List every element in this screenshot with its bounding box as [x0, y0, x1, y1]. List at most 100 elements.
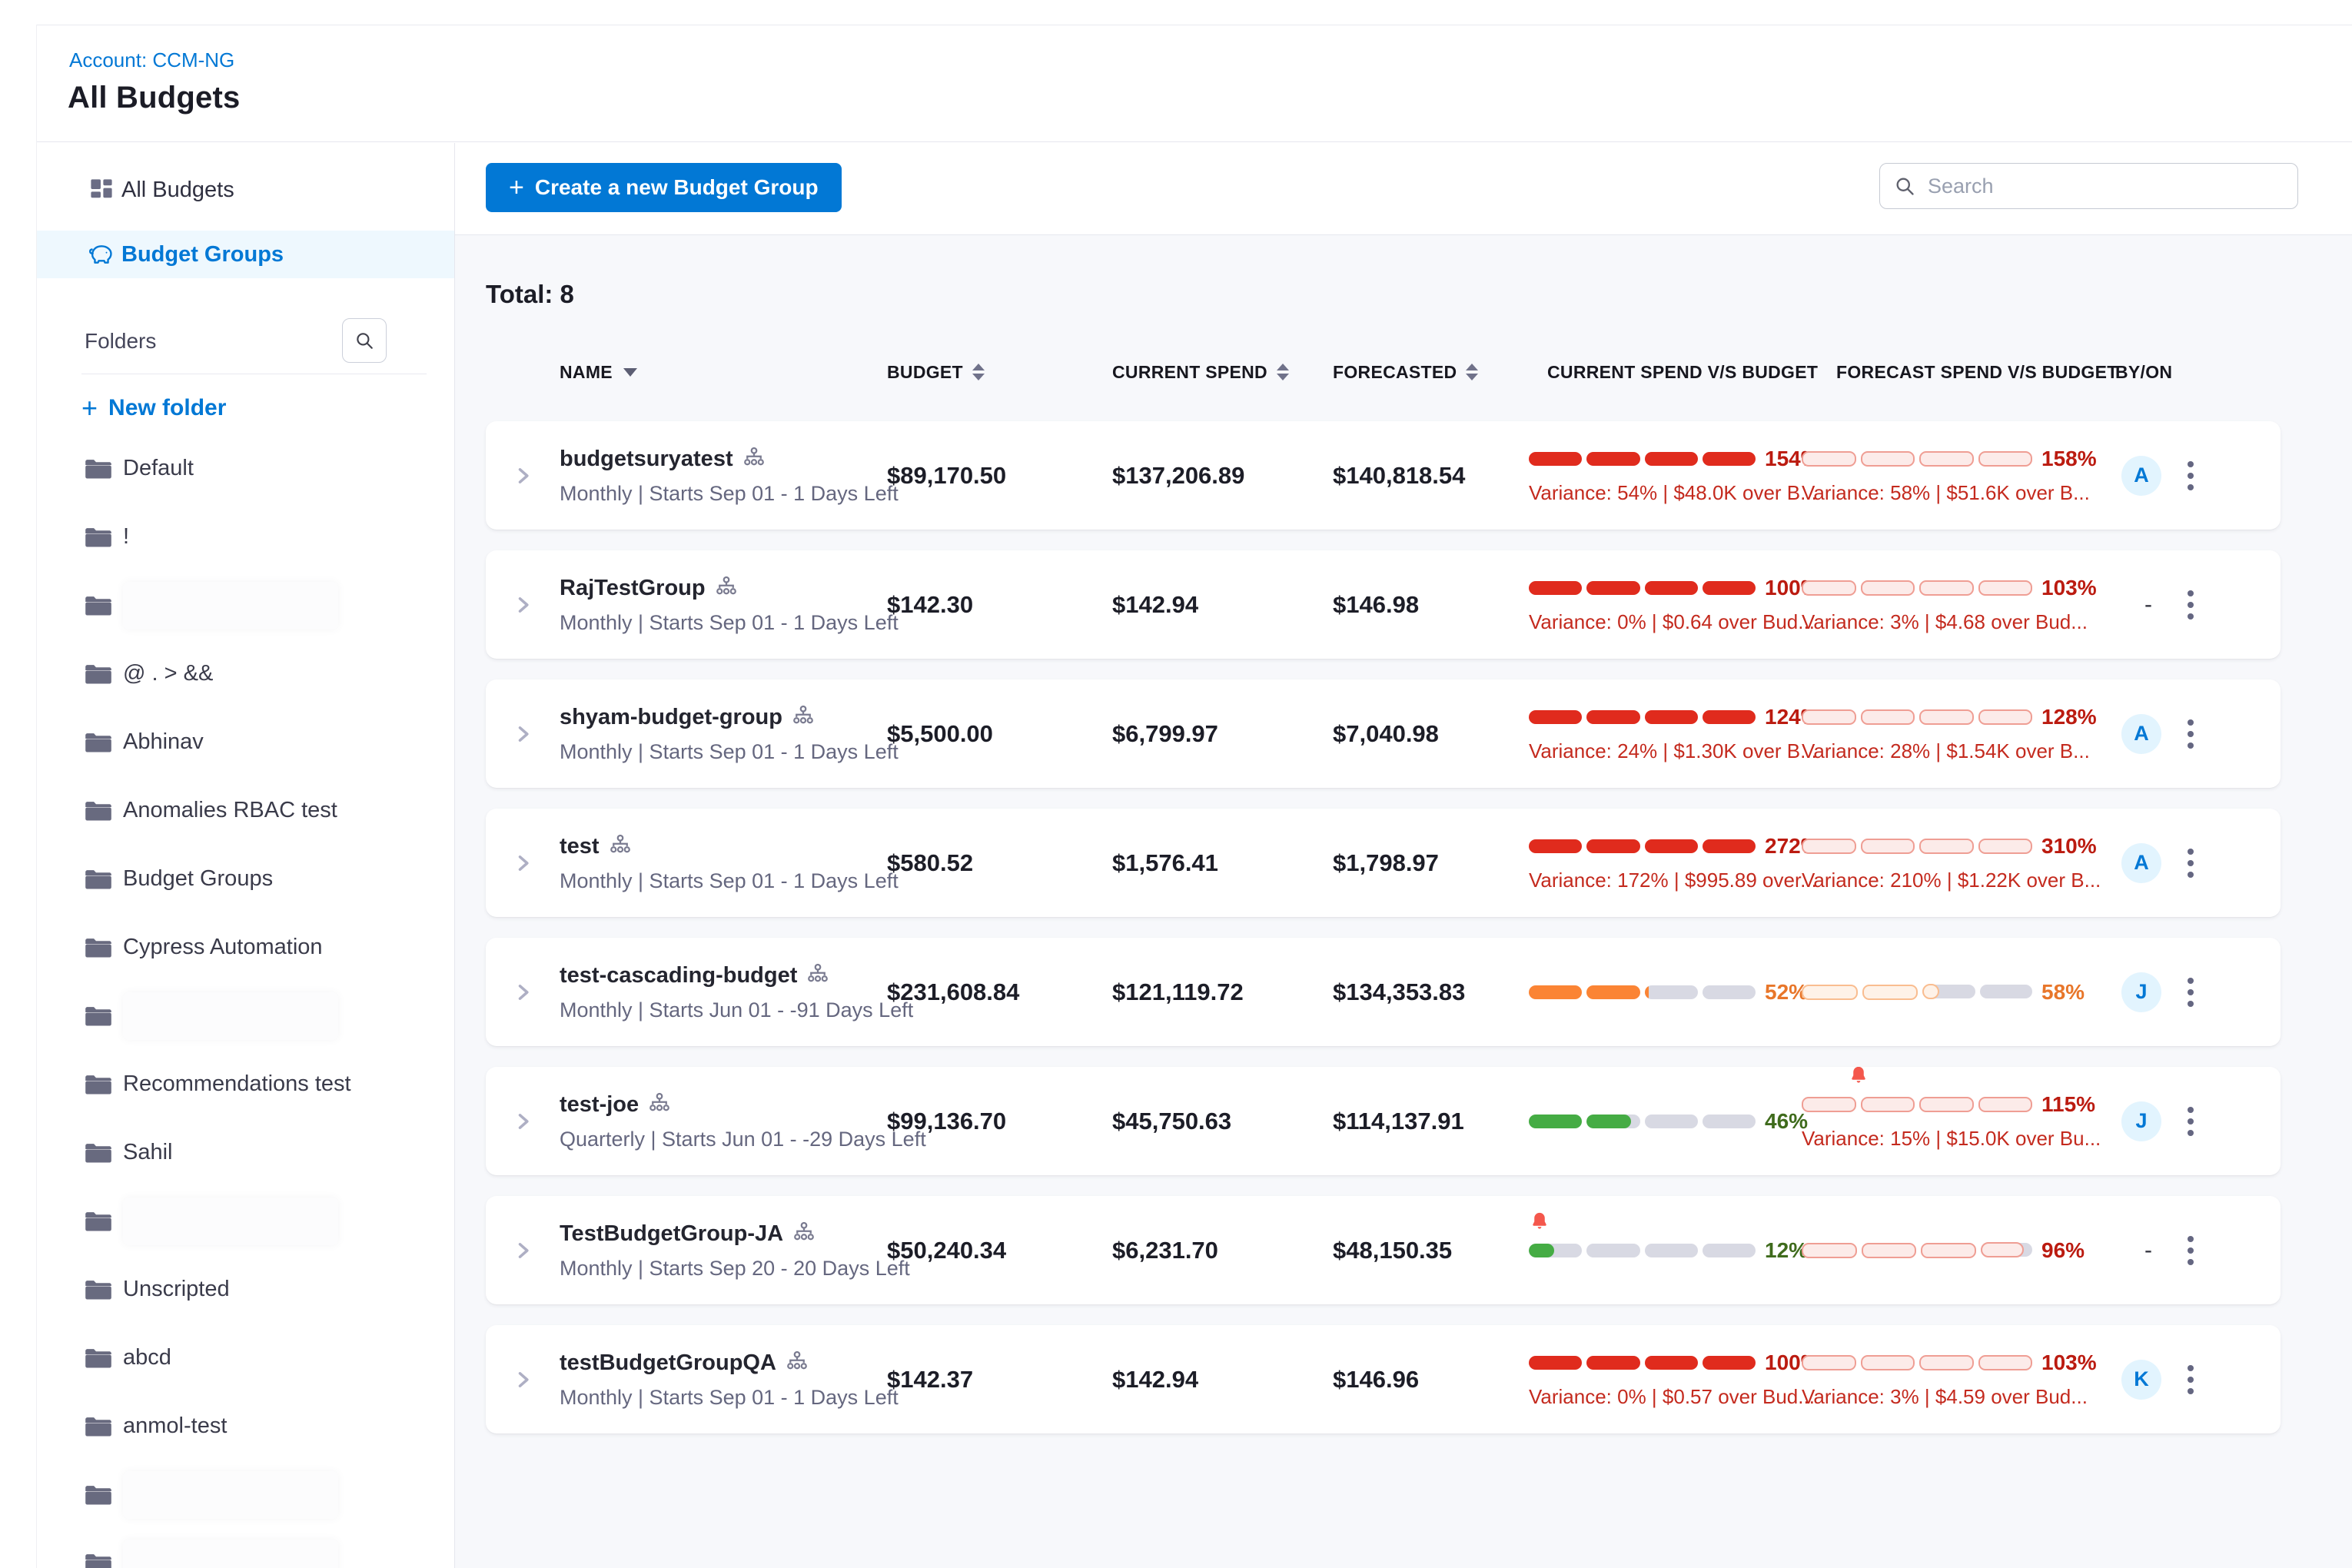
- budget-group-name[interactable]: test-cascading-budget: [560, 963, 797, 988]
- current-spend-bar: [1529, 1244, 1756, 1257]
- folder-item[interactable]: Sahil: [37, 1118, 454, 1187]
- sidebar-item-all-budgets[interactable]: All Budgets: [37, 166, 454, 214]
- budget-group-hierarchy-icon: [742, 446, 766, 473]
- budget-group-name[interactable]: TestBudgetGroup-JA: [560, 1221, 783, 1247]
- account-breadcrumb[interactable]: Account: CCM-NG: [69, 48, 234, 72]
- avatar[interactable]: K: [2121, 1360, 2161, 1400]
- folder-icon: [83, 935, 117, 960]
- current-spend-vs-budget-cell: 124%Variance: 24% | $1.30K over B...: [1529, 705, 1802, 763]
- current-spend-bar: [1529, 710, 1756, 724]
- folder-icon: [83, 799, 117, 823]
- column-header-current-spend[interactable]: CURRENT SPEND: [1101, 362, 1321, 383]
- create-budget-group-button[interactable]: + Create a new Budget Group: [486, 163, 842, 212]
- sidebar: All Budgets Budget Groups Folders + New …: [37, 143, 455, 1568]
- folder-item[interactable]: [37, 1460, 454, 1529]
- current-spend-vs-budget-cell: 272%Variance: 172% | $995.89 over...: [1529, 834, 1802, 892]
- budget-group-row[interactable]: RajTestGroup Monthly | Starts Sep 01 - 1…: [486, 550, 2281, 659]
- forecast-spend-vs-budget-cell: 103%Variance: 3% | $4.59 over Bud...: [1802, 1350, 2103, 1409]
- forecast-spend-bar: [1802, 580, 2032, 596]
- avatar[interactable]: A: [2121, 714, 2161, 754]
- folder-item[interactable]: [37, 982, 454, 1050]
- folder-item[interactable]: @ . > &&: [37, 639, 454, 708]
- budget-group-name[interactable]: testBudgetGroupQA: [560, 1350, 776, 1376]
- avatar[interactable]: J: [2121, 1101, 2161, 1141]
- budget-group-row[interactable]: TestBudgetGroup-JA Monthly | Starts Sep …: [486, 1196, 2281, 1304]
- folder-icon: [83, 1072, 117, 1097]
- folder-item[interactable]: Unscripted: [37, 1255, 454, 1324]
- variance-text: Variance: 15% | $15.0K over Bu...: [1802, 1127, 2103, 1151]
- row-menu-kebab-icon[interactable]: [2180, 841, 2201, 885]
- expand-chevron-icon[interactable]: [486, 465, 560, 487]
- avatar[interactable]: A: [2121, 456, 2161, 496]
- column-header-name[interactable]: NAME: [560, 362, 870, 383]
- budget-group-row[interactable]: shyam-budget-group Monthly | Starts Sep …: [486, 679, 2281, 788]
- budget-group-row[interactable]: test-joe Quarterly | Starts Jun 01 - -29…: [486, 1067, 2281, 1175]
- folder-item[interactable]: abcd: [37, 1324, 454, 1392]
- budget-group-name[interactable]: budgetsuryatest: [560, 447, 733, 472]
- budget-group-row[interactable]: test-cascading-budget Monthly | Starts J…: [486, 938, 2281, 1046]
- expand-chevron-icon[interactable]: [486, 1111, 560, 1132]
- folder-name: @ . > &&: [123, 661, 213, 686]
- search-input[interactable]: [1926, 174, 2297, 199]
- folder-item[interactable]: [37, 1529, 454, 1568]
- folder-item[interactable]: Budget Groups: [37, 845, 454, 913]
- bar-percent-label: 115%: [2041, 1092, 2095, 1117]
- current-spend-vs-budget-cell: 100%Variance: 0% | $0.64 over Bud...: [1529, 576, 1802, 634]
- folder-item[interactable]: Cypress Automation: [37, 913, 454, 982]
- expand-chevron-icon[interactable]: [486, 1369, 560, 1390]
- new-folder-label: New folder: [108, 395, 226, 421]
- row-menu-kebab-icon[interactable]: [2180, 1228, 2201, 1273]
- sidebar-item-budget-groups[interactable]: Budget Groups: [37, 231, 454, 278]
- budget-group-name[interactable]: shyam-budget-group: [560, 705, 782, 730]
- new-folder-button[interactable]: + New folder: [81, 391, 454, 425]
- current-spend-vs-budget-cell: 52%: [1529, 980, 1802, 1005]
- budget-group-row[interactable]: budgetsuryatest Monthly | Starts Sep 01 …: [486, 421, 2281, 530]
- folder-search-button[interactable]: [342, 318, 387, 363]
- folder-item[interactable]: !: [37, 503, 454, 571]
- folder-name: Abhinav: [123, 729, 204, 755]
- avatar[interactable]: A: [2121, 843, 2161, 883]
- column-header-budget[interactable]: BUDGET: [870, 362, 1101, 383]
- folder-item[interactable]: Abhinav: [37, 708, 454, 776]
- row-menu-kebab-icon[interactable]: [2180, 583, 2201, 627]
- folder-item[interactable]: Recommendations test: [37, 1050, 454, 1118]
- row-menu-kebab-icon[interactable]: [2180, 970, 2201, 1015]
- budget-schedule: Monthly | Starts Sep 20 - 20 Days Left: [560, 1257, 870, 1281]
- bar-percent-label: 96%: [2041, 1238, 2085, 1263]
- budget-group-row[interactable]: testBudgetGroupQA Monthly | Starts Sep 0…: [486, 1325, 2281, 1433]
- expand-chevron-icon[interactable]: [486, 852, 560, 874]
- expand-chevron-icon[interactable]: [486, 982, 560, 1003]
- avatar[interactable]: J: [2121, 972, 2161, 1012]
- budget-group-name[interactable]: test-joe: [560, 1092, 639, 1118]
- expand-chevron-icon[interactable]: [486, 594, 560, 616]
- budget-group-name[interactable]: RajTestGroup: [560, 576, 706, 601]
- folder-icon: [83, 867, 117, 892]
- budget-group-row[interactable]: test Monthly | Starts Sep 01 - 1 Days Le…: [486, 809, 2281, 917]
- row-menu-kebab-icon[interactable]: [2180, 1357, 2201, 1402]
- folder-item[interactable]: [37, 1187, 454, 1255]
- forecasted-amount: $114,137.91: [1321, 1108, 1529, 1135]
- sort-desc-icon: [623, 368, 637, 377]
- expand-chevron-icon[interactable]: [486, 723, 560, 745]
- column-header-forecasted[interactable]: FORECASTED: [1321, 362, 1529, 383]
- bar-percent-label: 310%: [2041, 834, 2097, 859]
- folder-icon: [83, 1209, 117, 1234]
- row-menu-kebab-icon[interactable]: [2180, 712, 2201, 756]
- row-menu-kebab-icon[interactable]: [2180, 453, 2201, 498]
- bar-percent-label: 103%: [2041, 576, 2097, 600]
- variance-text: Variance: 28% | $1.54K over B...: [1802, 739, 2103, 763]
- folder-item[interactable]: anmol-test: [37, 1392, 454, 1460]
- folder-item[interactable]: Default: [37, 434, 454, 503]
- budget-amount: $142.37: [870, 1366, 1101, 1394]
- current-spend-amount: $137,206.89: [1101, 462, 1321, 490]
- piggy-bank-icon: [85, 242, 118, 267]
- budget-schedule: Monthly | Starts Sep 01 - 1 Days Left: [560, 1386, 870, 1410]
- folder-item[interactable]: Anomalies RBAC test: [37, 776, 454, 845]
- column-header-forecast-spend-v-s-budget: FORECAST SPEND V/S BUDGET: [1802, 362, 2103, 383]
- expand-chevron-icon[interactable]: [486, 1240, 560, 1261]
- forecast-spend-vs-budget-cell: 310%Variance: 210% | $1.22K over B...: [1802, 834, 2103, 892]
- folder-item[interactable]: [37, 571, 454, 639]
- budget-group-hierarchy-icon: [609, 833, 632, 860]
- budget-group-name[interactable]: test: [560, 834, 600, 859]
- row-menu-kebab-icon[interactable]: [2180, 1099, 2201, 1144]
